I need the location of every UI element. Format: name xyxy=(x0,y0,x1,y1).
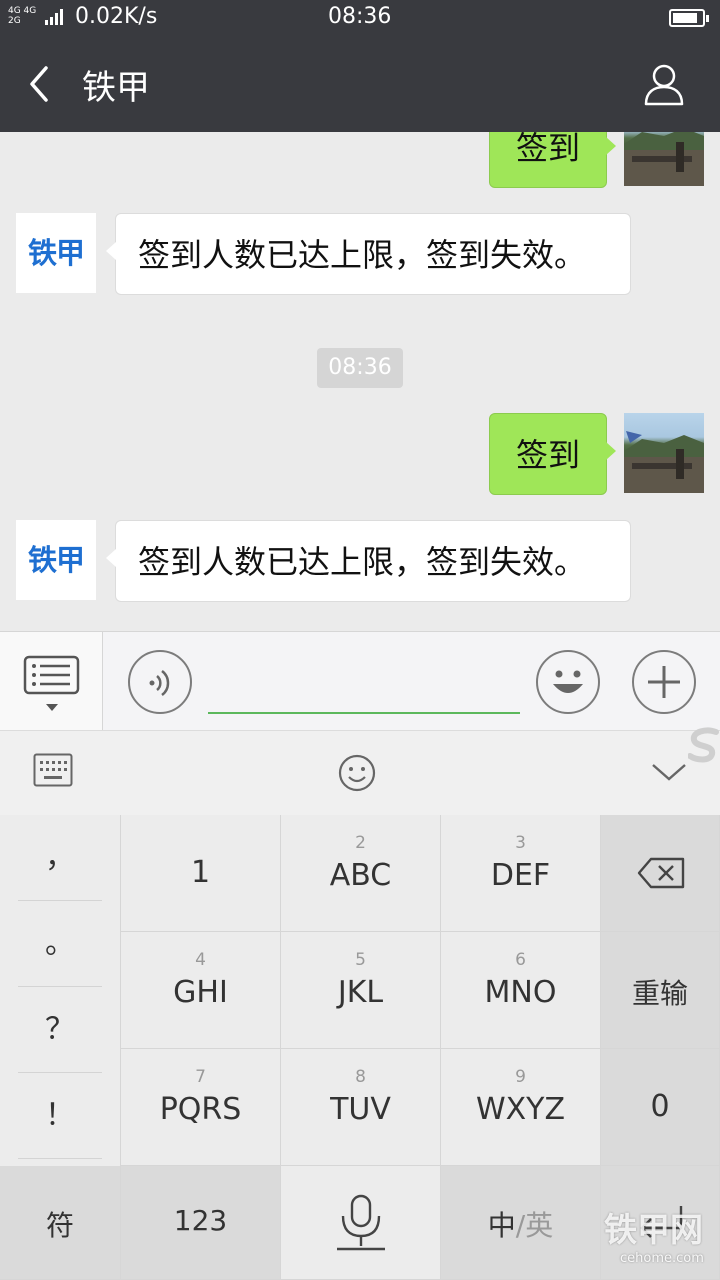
network-indicator: 4G 4G 2G xyxy=(8,6,37,26)
key-3[interactable]: 3 DEF xyxy=(441,815,601,932)
sent-message[interactable]: 签到 xyxy=(489,132,616,188)
language-label: 中/英 xyxy=(487,1209,554,1242)
key-number: 7 xyxy=(195,1067,206,1087)
watermark-logo: 铁甲网 xyxy=(604,1210,703,1249)
battery-icon xyxy=(669,9,709,27)
punctuation-column: ， 。 ？ ！ xyxy=(0,815,121,1166)
key-4[interactable]: 4 GHI xyxy=(121,932,281,1049)
key-number: 6 xyxy=(515,950,526,970)
key-label: PQRS xyxy=(159,1092,242,1127)
key-label: 0 xyxy=(650,1089,670,1124)
avatar-photo-image xyxy=(624,431,704,493)
key-0[interactable]: 0 xyxy=(601,1049,720,1166)
bot-avatar[interactable]: 铁甲 xyxy=(16,213,96,293)
signal-icon xyxy=(45,9,67,25)
language-switch-key[interactable]: 中/英 xyxy=(441,1166,601,1280)
emoji-icon xyxy=(553,670,583,693)
avatar-photo-image xyxy=(624,132,704,186)
key-label: GHI xyxy=(173,975,228,1010)
key-label: 符 xyxy=(45,1209,74,1242)
key-number: 9 xyxy=(515,1067,526,1087)
key-5[interactable]: 5 JKL xyxy=(281,932,441,1049)
key-label: MNO xyxy=(484,975,557,1010)
key-label: TUV xyxy=(330,1092,391,1127)
key-label: 重输 xyxy=(631,977,688,1010)
more-button[interactable] xyxy=(632,650,696,714)
menu-toggle-button[interactable] xyxy=(0,632,103,730)
plus-icon xyxy=(648,666,680,698)
key-number: 5 xyxy=(355,950,366,970)
key-6[interactable]: 6 MNO xyxy=(441,932,601,1049)
menu-list-icon xyxy=(23,655,80,711)
key-label: 1 xyxy=(190,855,211,890)
key-8[interactable]: 8 TUV xyxy=(281,1049,441,1166)
profile-icon[interactable] xyxy=(644,62,684,106)
watermark-url: cehome.com xyxy=(620,1251,704,1266)
retype-key[interactable]: 重输 xyxy=(601,932,720,1049)
voice-button[interactable] xyxy=(128,650,192,714)
key-9[interactable]: 9 WXYZ xyxy=(441,1049,601,1166)
key-number: 2 xyxy=(355,833,366,853)
punct-key[interactable]: ！ xyxy=(18,1073,102,1159)
collapse-icon[interactable] xyxy=(651,761,687,783)
punct-key[interactable]: 。 xyxy=(18,901,102,987)
key-number: 4 xyxy=(195,950,206,970)
symbol-key[interactable]: 符 xyxy=(0,1166,121,1280)
smiley-icon[interactable] xyxy=(337,753,377,793)
sent-message[interactable]: 签到 xyxy=(489,413,616,495)
key-7[interactable]: 7 PQRS xyxy=(121,1049,281,1166)
emoji-button[interactable] xyxy=(536,650,600,714)
my-avatar[interactable] xyxy=(624,413,704,493)
numbers-key[interactable]: 123 xyxy=(121,1166,281,1280)
punct-key[interactable]: ？ xyxy=(18,987,102,1073)
backspace-icon xyxy=(637,857,685,889)
voice-icon xyxy=(149,670,170,696)
key-number: 8 xyxy=(355,1067,366,1087)
received-message[interactable]: 签到人数已达上限，签到失效。 xyxy=(106,213,631,295)
chat-area[interactable]: 签到 铁甲 签到人数已达上限，签到失效。 08:36 签到 铁甲 签到人数已达上… xyxy=(0,132,720,631)
key-label: ABC xyxy=(329,858,392,893)
page-title: 铁甲 xyxy=(82,68,150,108)
key-label: 123 xyxy=(173,1204,228,1237)
key-1[interactable]: 1 xyxy=(121,815,281,932)
received-message[interactable]: 签到人数已达上限，签到失效。 xyxy=(106,520,631,602)
voice-input-key[interactable] xyxy=(281,1166,441,1280)
status-time: 08:36 xyxy=(328,4,392,29)
key-label: JKL xyxy=(337,975,384,1010)
backspace-key[interactable] xyxy=(601,815,720,932)
keyboard-toolbar xyxy=(0,730,720,815)
microphone-icon xyxy=(337,1194,385,1251)
key-2[interactable]: 2 ABC xyxy=(281,815,441,932)
input-bar xyxy=(0,631,720,730)
keyboard-icon[interactable] xyxy=(33,753,73,787)
key-number: 3 xyxy=(515,833,526,853)
message-timestamp: 08:36 xyxy=(317,348,403,388)
key-label: WXYZ xyxy=(475,1092,566,1127)
title-bar: 4G 4G 2G 0.02K/s 08:36 铁甲 xyxy=(0,0,720,132)
key-label: DEF xyxy=(490,858,551,893)
network-speed: 0.02K/s xyxy=(75,4,158,29)
bot-avatar[interactable]: 铁甲 xyxy=(16,520,96,600)
message-input[interactable] xyxy=(208,662,520,714)
back-icon[interactable] xyxy=(26,64,56,104)
punct-key[interactable]: ， xyxy=(18,815,102,901)
my-avatar[interactable] xyxy=(624,132,704,186)
input-method-logo-icon xyxy=(688,727,719,763)
